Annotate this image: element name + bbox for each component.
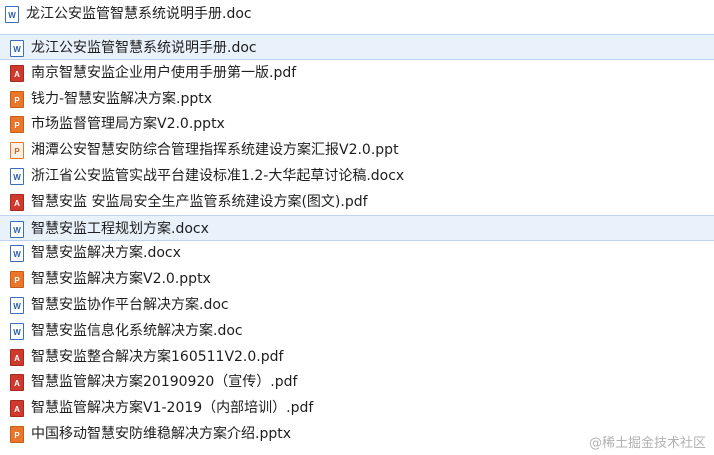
powerpoint-file-icon: P [10,116,24,134]
file-name: 湘潭公安智慧安防综合管理指挥系统建设方案汇报V2.0.ppt [31,142,399,159]
pdf-file-icon: A [10,193,24,211]
file-row[interactable]: A 智慧安监 安监局安全生产监管系统建设方案(图文).pdf [0,189,714,215]
file-row[interactable]: P 钱力-智慧安监解决方案.pptx [0,86,714,112]
file-name: 市场监督管理局方案V2.0.pptx [31,116,225,133]
file-name: 智慧安监整合解决方案160511V2.0.pdf [31,348,284,365]
file-row[interactable]: A 智慧监管解决方案20190920（宣传）.pdf [0,369,714,395]
word-doc-icon: W [10,168,24,185]
file-row[interactable]: P 湘潭公安智慧安防综合管理指挥系统建设方案汇报V2.0.ppt [0,137,714,163]
word-doc-icon: W [5,6,19,23]
file-name: 智慧安监 安监局安全生产监管系统建设方案(图文).pdf [31,193,368,210]
file-row[interactable]: A 南京智慧安监企业用户使用手册第一版.pdf [0,60,714,86]
powerpoint-file-icon: P [10,426,24,443]
file-name: 南京智慧安监企业用户使用手册第一版.pdf [31,64,297,81]
file-row[interactable]: W 智慧安监解决方案.docx [0,240,714,266]
powerpoint-file-icon: P [10,271,24,289]
file-row[interactable]: A 智慧监管解决方案V1-2019（内部培训）.pdf [0,395,714,421]
powerpoint-file-icon: P [10,90,24,108]
file-list: W 龙江公安监管智慧系统说明手册.doc W 龙江公安监管智慧系统说明手册.doc A 南… [0,0,714,455]
file-row[interactable]: P 智慧安监解决方案V2.0.pptx [0,266,714,292]
pdf-file-icon: A [10,64,24,82]
file-name: 龙江公安监管智慧系统说明手册.doc [31,40,257,56]
file-name: 中国移动智慧安防维稳解决方案介绍.pptx [31,426,291,442]
file-row[interactable]: W 浙江省公安监管实战平台建设标准1.2-大华起草讨论稿.docx [0,163,714,189]
word-doc-icon: W [10,322,24,340]
word-doc-icon: W [10,40,24,57]
file-name: 智慧安监信息化系统解决方案.doc [31,322,243,339]
file-name: 浙江省公安监管实战平台建设标准1.2-大华起草讨论稿.docx [31,168,405,184]
powerpoint-file-icon: P [10,142,24,160]
file-name: 智慧安监工程规划方案.docx [31,220,209,237]
word-doc-icon: W [10,245,24,263]
file-row[interactable]: W 龙江公安监管智慧系统说明手册.doc [0,34,714,60]
file-name: 智慧安监解决方案V2.0.pptx [31,271,211,288]
file-row[interactable]: W 龙江公安监管智慧系统说明手册.doc [0,1,714,27]
pdf-file-icon: A [10,400,24,418]
file-name: 智慧监管解决方案V1-2019（内部培训）.pdf [31,400,314,417]
file-row[interactable]: W 智慧安监协作平台解决方案.doc [0,292,714,318]
word-doc-icon: W [10,220,24,238]
word-doc-icon: W [10,297,24,314]
file-name: 钱力-智慧安监解决方案.pptx [31,90,213,107]
watermark: @稀土掘金技术社区 [588,436,706,451]
file-row[interactable]: W 智慧安监信息化系统解决方案.doc [0,318,714,344]
file-name: 龙江公安监管智慧系统说明手册.doc [26,6,252,22]
file-name: 智慧安监协作平台解决方案.doc [31,297,229,313]
pdf-file-icon: A [10,374,24,392]
file-row[interactable]: P 市场监督管理局方案V2.0.pptx [0,111,714,137]
file-row[interactable]: A 智慧安监整合解决方案160511V2.0.pdf [0,344,714,370]
file-name: 智慧监管解决方案20190920（宣传）.pdf [31,374,298,391]
file-name: 智慧安监解决方案.docx [31,245,181,262]
pdf-file-icon: A [10,348,24,366]
file-row[interactable]: W 智慧安监工程规划方案.docx [0,214,714,241]
